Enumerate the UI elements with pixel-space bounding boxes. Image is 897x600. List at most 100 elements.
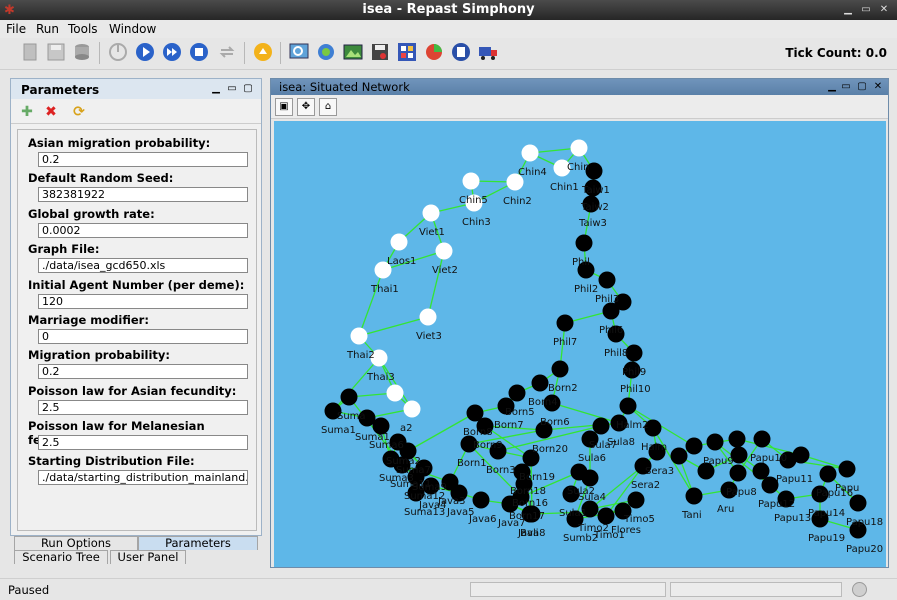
asian-node[interactable] <box>462 172 480 190</box>
deme-node[interactable] <box>670 447 688 465</box>
node-label: Phil10 <box>620 384 651 395</box>
asian-node[interactable] <box>521 144 539 162</box>
deme-node[interactable] <box>592 417 610 435</box>
layers-icon[interactable] <box>449 40 473 64</box>
save-icon[interactable] <box>44 40 68 64</box>
param-label: Asian migration probability: <box>28 136 211 150</box>
deme-node[interactable] <box>556 314 574 332</box>
panel-maximize-icon[interactable]: ▢ <box>243 84 253 94</box>
deme-node[interactable] <box>627 491 645 509</box>
tab-parameters[interactable]: Parameters <box>138 536 258 550</box>
net-maximize-icon[interactable]: ▢ <box>857 82 867 92</box>
deme-node[interactable] <box>706 433 724 451</box>
database-icon[interactable] <box>70 40 94 64</box>
node-label: Born3 <box>486 465 516 476</box>
pan-icon[interactable]: ✥ <box>297 98 315 116</box>
deme-node[interactable] <box>729 464 747 482</box>
node-label: Java8 <box>517 528 546 539</box>
param-input[interactable]: 0 <box>38 329 248 344</box>
deme-node[interactable] <box>575 234 593 252</box>
network-canvas[interactable]: Chin4 Chin Chin1 Chin2 Chin5 Chin3 Viet1 Laos1 V… <box>274 121 886 567</box>
param-input[interactable]: 0.2 <box>38 152 248 167</box>
deme-node[interactable] <box>752 462 770 480</box>
truck-icon[interactable] <box>476 40 500 64</box>
asian-node[interactable] <box>386 384 404 402</box>
asian-node[interactable] <box>422 204 440 222</box>
asian-node[interactable] <box>435 242 453 260</box>
net-close-icon[interactable]: ✕ <box>873 82 883 92</box>
param-label: Initial Agent Number (per deme): <box>28 278 245 292</box>
deme-node[interactable] <box>551 360 569 378</box>
reset-icon[interactable] <box>215 40 239 64</box>
title-bar: ✱ isea - Repast Simphony ▁ ▭ ✕ <box>0 0 897 20</box>
play-icon[interactable] <box>133 40 157 64</box>
node-label: Born16 <box>512 498 548 509</box>
deme-node[interactable] <box>819 465 837 483</box>
stop-icon[interactable] <box>187 40 211 64</box>
param-input[interactable]: ./data/starting_distribution_mainland.cs… <box>38 470 248 485</box>
home-icon[interactable]: ⌂ <box>319 98 337 116</box>
zoom-icon[interactable] <box>287 40 311 64</box>
panel-restore-icon[interactable]: ▭ <box>227 84 237 94</box>
tab-run-options[interactable]: Run Options <box>14 536 138 550</box>
param-input[interactable]: 0.0002 <box>38 223 248 238</box>
node-label: Timo5 <box>623 514 655 525</box>
step-icon[interactable] <box>160 40 184 64</box>
node-label: Taiw3 <box>578 218 607 229</box>
deme-node[interactable] <box>619 397 637 415</box>
tab-scenario-tree[interactable]: Scenario Tree <box>14 550 108 564</box>
deme-node[interactable] <box>792 446 810 464</box>
pie-chart-icon[interactable] <box>422 40 446 64</box>
net-minimize-icon[interactable]: ▁ <box>827 82 837 92</box>
menu-tools[interactable]: Tools <box>68 22 98 36</box>
save-output-icon[interactable] <box>368 40 392 64</box>
tab-user-panel[interactable]: User Panel <box>110 550 186 564</box>
init-icon[interactable] <box>106 40 130 64</box>
menu-run[interactable]: Run <box>36 22 59 36</box>
deme-node[interactable] <box>531 374 549 392</box>
deme-node[interactable] <box>685 487 703 505</box>
param-input[interactable]: 2.5 <box>38 435 248 450</box>
param-input[interactable]: 2.5 <box>38 400 248 415</box>
minimize-button[interactable]: ▁ <box>841 3 855 17</box>
net-restore-icon[interactable]: ▭ <box>841 82 851 92</box>
grid-icon[interactable] <box>395 40 419 64</box>
maximize-button[interactable]: ▭ <box>859 3 873 17</box>
asian-node[interactable] <box>390 233 408 251</box>
deme-node[interactable] <box>598 271 616 289</box>
deme-node[interactable] <box>570 463 588 481</box>
snapshot-icon[interactable]: ▣ <box>275 98 293 116</box>
deme-node[interactable] <box>508 384 526 402</box>
refresh-icon[interactable]: ⟳ <box>69 103 89 121</box>
param-input[interactable]: 120 <box>38 294 248 309</box>
deme-node[interactable] <box>838 460 856 478</box>
web-icon[interactable] <box>314 40 338 64</box>
deme-node[interactable] <box>602 302 620 320</box>
param-input[interactable]: 382381922 <box>38 187 248 202</box>
deme-node[interactable] <box>472 491 490 509</box>
asian-node[interactable] <box>570 139 588 157</box>
menu-window[interactable]: Window <box>109 22 156 36</box>
load-model-icon[interactable] <box>18 40 42 64</box>
menu-file[interactable]: File <box>6 22 26 36</box>
deme-node[interactable] <box>685 437 703 455</box>
asian-node[interactable] <box>350 327 368 345</box>
deme-node[interactable] <box>340 388 358 406</box>
asian-node[interactable] <box>403 400 421 418</box>
asian-node[interactable] <box>419 308 437 326</box>
deme-node[interactable] <box>753 430 771 448</box>
deme-node[interactable] <box>728 430 746 448</box>
node-label: Papu <box>835 483 859 494</box>
param-input[interactable]: ./data/isea_gcd650.xls <box>38 258 248 273</box>
close-button[interactable]: ✕ <box>877 3 891 17</box>
node-label: Viet2 <box>432 265 458 276</box>
delete-icon[interactable]: ✖ <box>41 103 61 121</box>
add-icon[interactable]: ✚ <box>17 103 37 121</box>
jar-icon[interactable] <box>251 40 275 64</box>
image-icon[interactable] <box>341 40 365 64</box>
node-label: Thai3 <box>366 372 395 383</box>
network-edge <box>358 269 384 337</box>
param-input[interactable]: 0.2 <box>38 364 248 379</box>
panel-minimize-icon[interactable]: ▁ <box>211 84 221 94</box>
deme-node[interactable] <box>597 507 615 525</box>
